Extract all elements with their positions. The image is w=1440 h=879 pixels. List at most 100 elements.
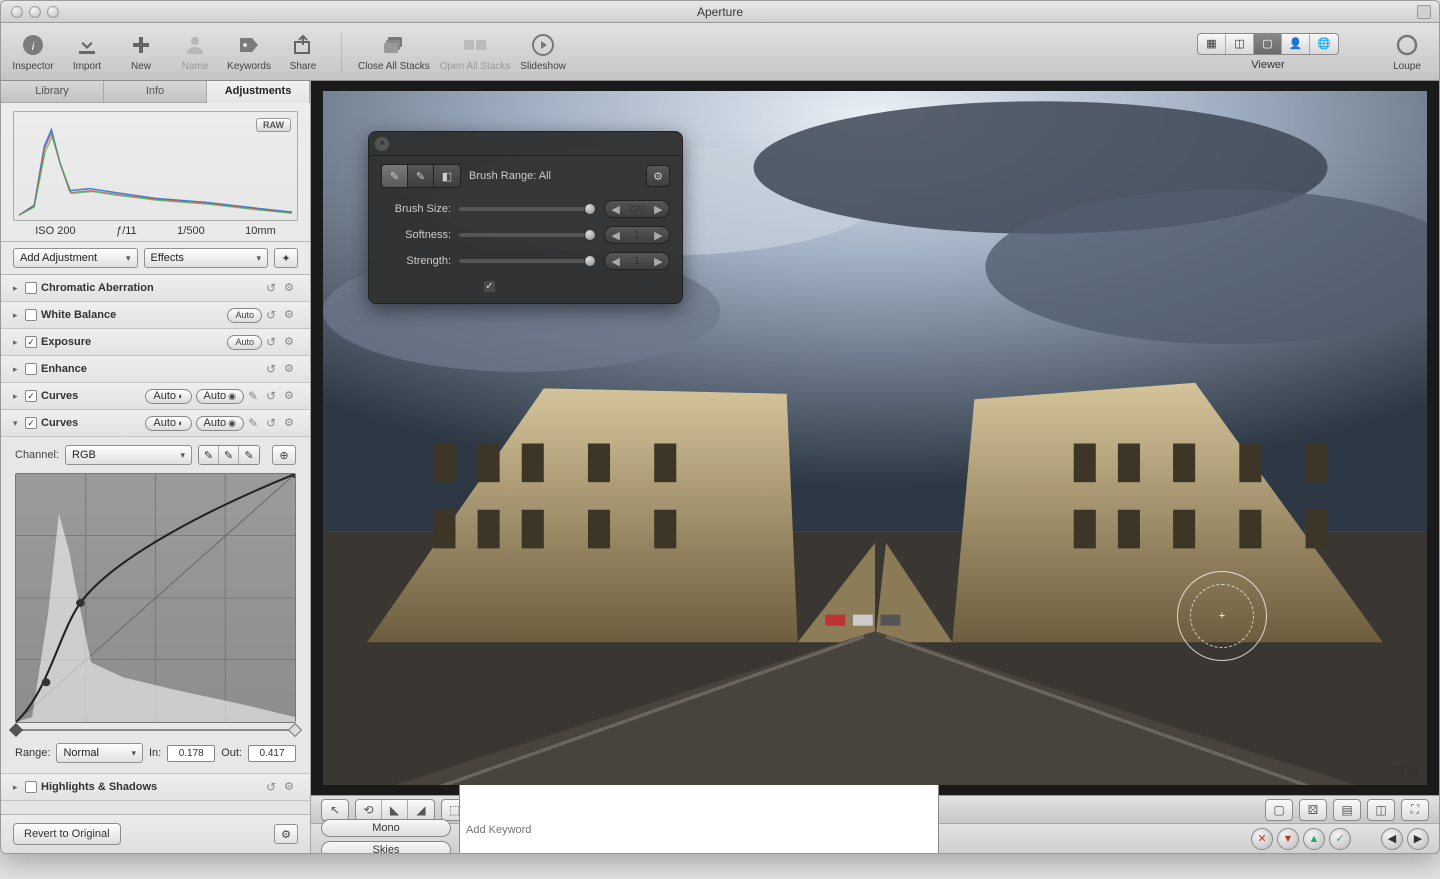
share-button[interactable]: Share: [281, 31, 325, 72]
adj-curves-1[interactable]: ▸ ✓ Curves Auto ◐ Auto ◉ ✎ ↺ ⚙: [1, 383, 310, 410]
adj-exposure[interactable]: ▸ ✓ Exposure Auto ↺ ⚙: [1, 329, 310, 356]
brush-size-stepper[interactable]: ◀200▶: [604, 200, 670, 218]
slideshow-button[interactable]: Slideshow: [520, 31, 566, 72]
next-button[interactable]: ▶: [1407, 828, 1429, 850]
channel-dropdown[interactable]: RGB: [65, 445, 192, 465]
gear-icon[interactable]: ⚙: [284, 416, 298, 430]
disclosure-icon[interactable]: ▸: [13, 337, 21, 348]
reset-icon[interactable]: ↺: [266, 281, 280, 295]
add-adjustment-dropdown[interactable]: Add Adjustment: [13, 248, 138, 268]
tab-adjustments[interactable]: Adjustments: [207, 81, 310, 103]
disclosure-icon[interactable]: ▸: [13, 283, 21, 294]
auto-button[interactable]: Auto: [227, 308, 262, 323]
softness-stepper[interactable]: ◀1▶: [604, 226, 670, 244]
split-view-icon[interactable]: ◫: [1226, 34, 1254, 54]
disclosure-icon[interactable]: ▸: [13, 364, 21, 375]
adj-curves-2[interactable]: ▾ ✓ Curves Auto ◐ Auto ◉ ✎ ↺ ⚙: [1, 410, 310, 437]
disclosure-icon[interactable]: ▸: [13, 391, 21, 402]
black-slider[interactable]: [9, 723, 23, 737]
select-button[interactable]: ✓: [1329, 828, 1351, 850]
faces-view-icon[interactable]: 👤: [1282, 34, 1310, 54]
auto-color-button[interactable]: Auto ◉: [196, 416, 245, 431]
gear-icon[interactable]: ⚙: [284, 389, 298, 403]
revert-button[interactable]: Revert to Original: [13, 823, 121, 845]
brush-in-icon[interactable]: ✎: [382, 165, 408, 187]
enable-checkbox[interactable]: ✓: [25, 390, 37, 402]
rotate-right-icon[interactable]: ◢: [408, 800, 434, 820]
brush-hud[interactable]: × Curves ✎ ✎ ◧ Brush Range: All ⚙: [368, 131, 683, 304]
loupe-button[interactable]: Loupe: [1385, 31, 1429, 72]
gear-icon[interactable]: ⚙: [284, 308, 298, 322]
softness-slider[interactable]: [459, 233, 596, 237]
white-point-picker[interactable]: ✎: [239, 446, 259, 464]
adj-enhance[interactable]: ▸ Enhance ↺ ⚙: [1, 356, 310, 383]
disclosure-icon[interactable]: ▸: [13, 310, 21, 321]
hud-title[interactable]: × Curves: [369, 132, 682, 156]
close-window-button[interactable]: [11, 6, 23, 18]
black-point-picker[interactable]: ✎: [199, 446, 219, 464]
gear-icon[interactable]: ⚙: [284, 362, 298, 376]
import-button[interactable]: Import: [65, 31, 109, 72]
badge-overlay-icon[interactable]: ▦: [1409, 764, 1419, 777]
in-value[interactable]: 0.178: [167, 745, 215, 762]
enable-checkbox[interactable]: [25, 282, 37, 294]
auto-button[interactable]: Auto: [227, 335, 262, 350]
brush-icon[interactable]: ✎: [248, 389, 262, 403]
brush-adjustment-button[interactable]: ✦: [274, 248, 298, 268]
keywords-button[interactable]: Keywords: [227, 31, 271, 72]
enable-checkbox[interactable]: [25, 309, 37, 321]
inspector-button[interactable]: iInspector: [11, 31, 55, 72]
preset-skies-button[interactable]: Skies: [321, 841, 451, 854]
enable-checkbox[interactable]: [25, 363, 37, 375]
selection-tool[interactable]: ↖: [321, 799, 349, 821]
metadata-overlay-icon[interactable]: ▤: [1394, 764, 1404, 777]
range-dropdown[interactable]: Normal: [56, 743, 142, 763]
gray-point-picker[interactable]: ✎: [219, 446, 239, 464]
viewer-view-icon[interactable]: ▢: [1254, 34, 1282, 54]
adj-chromatic-aberration[interactable]: ▸ Chromatic Aberration ↺ ⚙: [1, 275, 310, 302]
close-all-stacks-button[interactable]: Close All Stacks: [358, 31, 430, 72]
preset-mono-button[interactable]: Mono: [321, 819, 451, 837]
disclosure-icon[interactable]: ▾: [13, 418, 21, 429]
curves-chart[interactable]: [15, 473, 296, 723]
disclosure-icon[interactable]: ▸: [13, 782, 21, 793]
feather-icon[interactable]: ✎: [408, 165, 434, 187]
fullscreen-button[interactable]: [1417, 5, 1431, 19]
enable-checkbox[interactable]: ✓: [25, 336, 37, 348]
brush-mode-segment[interactable]: ✎ ✎ ◧: [381, 164, 461, 188]
open-all-stacks-button[interactable]: Open All Stacks: [440, 31, 511, 72]
strength-stepper[interactable]: ◀1▶: [604, 252, 670, 270]
auto-luma-button[interactable]: Auto ◐: [145, 389, 191, 404]
new-button[interactable]: New: [119, 31, 163, 72]
reject-button[interactable]: ✕: [1251, 828, 1273, 850]
detect-edges-checkbox[interactable]: ✓: [483, 280, 496, 293]
effects-dropdown[interactable]: Effects: [144, 248, 269, 268]
gear-icon[interactable]: ⚙: [284, 335, 298, 349]
auto-color-button[interactable]: Auto ◉: [196, 389, 245, 404]
adj-white-balance[interactable]: ▸ White Balance Auto ↺ ⚙: [1, 302, 310, 329]
brush-icon[interactable]: ✎: [248, 416, 262, 430]
enable-checkbox[interactable]: ✓: [25, 417, 37, 429]
rotate-left-icon[interactable]: ◣: [382, 800, 408, 820]
erase-icon[interactable]: ◧: [434, 165, 460, 187]
reset-icon[interactable]: ↺: [266, 416, 280, 430]
prev-button[interactable]: ◀: [1381, 828, 1403, 850]
primary-only-icon[interactable]: ▢: [1266, 800, 1292, 820]
preset-gear-button[interactable]: ⚙: [274, 824, 298, 844]
up-button[interactable]: ▲: [1303, 828, 1325, 850]
grid-view-icon[interactable]: ▦: [1198, 34, 1226, 54]
auto-luma-button[interactable]: Auto ◐: [145, 416, 191, 431]
reset-icon[interactable]: ↺: [266, 389, 280, 403]
fullscreen-icon[interactable]: ⛶: [1402, 800, 1428, 820]
down-button[interactable]: ▼: [1277, 828, 1299, 850]
out-value[interactable]: 0.417: [248, 745, 296, 762]
gear-icon[interactable]: ⚙: [284, 780, 298, 794]
viewer[interactable]: × Curves ✎ ✎ ◧ Brush Range: All ⚙: [323, 91, 1427, 785]
zoom-icon[interactable]: ⚄: [1300, 800, 1326, 820]
reset-icon[interactable]: ↺: [266, 780, 280, 794]
histogram[interactable]: RAW: [13, 111, 298, 221]
white-slider[interactable]: [288, 723, 302, 737]
target-button[interactable]: ⊕: [272, 445, 296, 465]
name-button[interactable]: Name: [173, 31, 217, 72]
compare-icon[interactable]: ◫: [1368, 800, 1394, 820]
